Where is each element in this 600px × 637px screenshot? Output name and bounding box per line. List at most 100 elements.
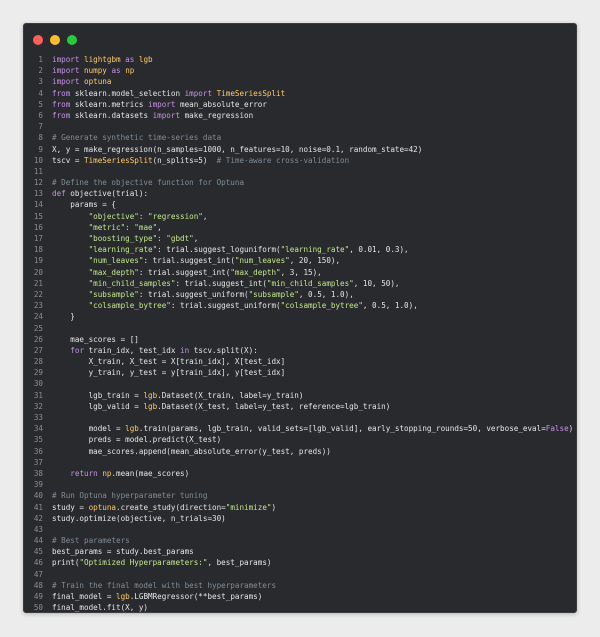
- line-number: 10: [33, 155, 43, 165]
- line-content: mae_scores.append(mean_absolute_error(y_…: [43, 446, 331, 457]
- code-token: lgb: [143, 390, 158, 400]
- code-token: # Best parameters: [52, 536, 130, 546]
- line-number: 45: [33, 547, 43, 557]
- code-token: ,: [193, 234, 199, 243]
- code-token: "subsample": [248, 289, 299, 299]
- code-line: 36 mae_scores.append(mean_absolute_error…: [24, 446, 576, 457]
- code-token: final_model.fit(X, y): [52, 603, 149, 613]
- line-number: 18: [33, 245, 43, 255]
- line-number: 29: [33, 368, 43, 378]
- line-content: "colsample_bytree": trial.suggest_unifor…: [43, 300, 418, 311]
- line-content: from sklearn.model_selection import Time…: [43, 88, 285, 99]
- code-line: 7: [24, 121, 576, 132]
- code-token: # Generate synthetic time-series data: [52, 133, 222, 143]
- line-content: # Best parameters: [43, 535, 130, 546]
- code-line: 6 from sklearn.datasets import make_regre…: [24, 110, 576, 121]
- close-button[interactable]: [33, 35, 43, 45]
- code-line: 24 }: [24, 311, 576, 322]
- code-line: 16 "metric": "mae",: [24, 222, 576, 233]
- line-number: 13: [33, 189, 43, 199]
- code-token: import: [184, 88, 213, 98]
- code-token: tscv.split(X):: [189, 345, 258, 355]
- line-content: study = optuna.create_study(direction="m…: [43, 502, 276, 513]
- code-block: 1 import lightgbm as lgb 2 import numpy as …: [24, 54, 576, 613]
- line-content: [43, 323, 52, 334]
- code-token: optuna: [88, 502, 117, 512]
- line-content: # Define the objective function for Optu…: [43, 177, 244, 188]
- code-line: 35 preds = model.predict(X_test): [24, 434, 576, 445]
- code-token: best_params = study.best_params: [52, 547, 194, 557]
- code-token: # Train the final model with best hyperp…: [52, 580, 277, 590]
- line-number: 21: [33, 278, 43, 288]
- code-line: 49 final_model = lgb.LGBMRegressor(**best…: [24, 591, 576, 602]
- code-line: 27 for train_idx, test_idx in tscv.split…: [24, 345, 576, 356]
- line-content: mae_scores = []: [43, 334, 139, 345]
- line-content: X, y = make_regression(n_samples=1000, n…: [43, 144, 422, 155]
- code-token: "learning_rate": [280, 245, 350, 255]
- code-token: return: [70, 468, 98, 478]
- code-token: train_idx, test_idx: [84, 345, 181, 355]
- code-token: "min_child_samples": [266, 278, 354, 288]
- line-content: [43, 412, 52, 423]
- code-token: "learning_rate": [88, 245, 158, 255]
- line-content: "objective": "regression",: [43, 211, 208, 222]
- line-content: params = {: [43, 199, 116, 210]
- line-content: "num_leaves": trial.suggest_int("num_lea…: [43, 255, 340, 266]
- code-token: mean_absolute_error: [175, 99, 267, 109]
- line-number: 35: [33, 435, 43, 445]
- code-token: "min_child_samples": [88, 278, 176, 288]
- code-line: 45 best_params = study.best_params: [24, 546, 576, 557]
- line-content: return np.mean(mae_scores): [43, 468, 189, 479]
- code-token: , 3, 15),: [280, 267, 322, 277]
- code-token: preds = model.predict(X_test): [52, 435, 222, 445]
- code-token: optuna: [84, 77, 112, 87]
- code-line: 40 # Run Optuna hyperparameter tuning: [24, 490, 576, 501]
- code-token: "Optimized Hyperparameters:": [79, 558, 208, 568]
- code-token: import: [148, 99, 176, 109]
- code-token: in: [180, 345, 190, 355]
- line-content: }: [43, 311, 75, 322]
- zoom-button[interactable]: [67, 35, 77, 45]
- code-token: , 0.01, 0.3),: [349, 245, 409, 255]
- line-number: 28: [33, 357, 43, 367]
- code-token: }: [52, 312, 75, 322]
- line-number: 36: [33, 446, 43, 456]
- line-number: 38: [33, 468, 43, 478]
- code-line: 29 y_train, y_test = y[train_idx], y[tes…: [24, 367, 576, 378]
- code-line: 23 "colsample_bytree": trial.suggest_uni…: [24, 300, 576, 311]
- line-content: # Train the final model with best hyperp…: [43, 580, 276, 591]
- code-token: study.optimize(objective, n_trials=30): [52, 513, 226, 523]
- line-number: 33: [33, 413, 43, 422]
- line-number: 49: [33, 592, 43, 601]
- code-token: ): [568, 424, 574, 434]
- code-token: : trial.suggest_uniform(: [138, 289, 249, 299]
- code-line: 46 print("Optimized Hyperparameters:", be…: [24, 557, 576, 568]
- line-number: 48: [33, 580, 43, 590]
- code-token: .mean(mae_scores): [111, 468, 190, 478]
- code-line: 15 "objective": "regression",: [24, 211, 576, 222]
- line-number: 7: [38, 122, 43, 132]
- code-line: 38 return np.mean(mae_scores): [24, 468, 576, 479]
- line-content: [43, 121, 52, 132]
- line-content: "min_child_samples": trial.suggest_int("…: [43, 278, 400, 289]
- code-token: import: [52, 55, 80, 64]
- line-number: 34: [33, 424, 43, 434]
- code-token: "max_depth": [230, 267, 281, 277]
- code-token: .Dataset(X_test, label=y_test, reference…: [157, 401, 391, 411]
- line-content: [43, 524, 52, 535]
- code-token: # Time-aware cross-validation: [216, 155, 350, 165]
- code-line: 2 import numpy as np: [24, 65, 576, 76]
- line-content: "subsample": trial.suggest_uniform("subs…: [43, 289, 354, 300]
- code-line: 22 "subsample": trial.suggest_uniform("s…: [24, 289, 576, 300]
- minimize-button[interactable]: [50, 35, 60, 45]
- code-token: lgb: [125, 424, 139, 434]
- line-content: # Generate synthetic time-series data: [43, 132, 221, 143]
- line-content: "metric": "mae",: [43, 222, 162, 233]
- line-number: 24: [33, 312, 43, 322]
- line-number: 14: [33, 200, 43, 210]
- code-token: model =: [52, 424, 126, 434]
